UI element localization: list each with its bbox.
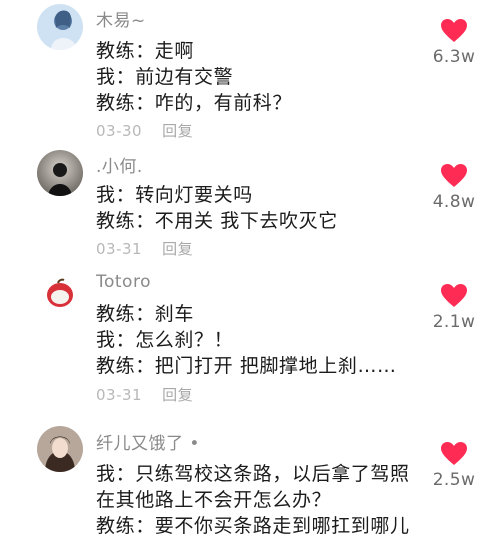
comment-line: 我：怎么刹？！	[96, 329, 234, 351]
like-button[interactable]: 4.8w	[426, 163, 482, 212]
username[interactable]: .小何.	[96, 152, 143, 177]
avatar[interactable]	[37, 4, 83, 50]
like-count: 6.3w	[432, 47, 476, 67]
comment-line: 我：只练驾校这条路，以后拿了驾照	[96, 463, 410, 485]
comment-line: 在其他路上不会开怎么办？	[96, 489, 332, 511]
comment-date: 03-31	[96, 386, 143, 404]
heart-icon	[441, 284, 467, 307]
username[interactable]: Totoro	[96, 272, 151, 292]
comment-meta: 03-31 回复	[96, 384, 193, 405]
comment-line: 教练：走啊	[96, 40, 195, 62]
like-count: 2.1w	[432, 312, 476, 332]
heart-icon	[441, 19, 467, 42]
like-button[interactable]: 6.3w	[426, 18, 482, 67]
heart-icon	[441, 442, 467, 465]
username[interactable]: 纤儿又饿了 •	[96, 429, 200, 454]
reply-button[interactable]: 回复	[162, 122, 193, 140]
heart-icon	[441, 164, 467, 187]
avatar[interactable]	[37, 150, 83, 196]
like-button[interactable]: 2.1w	[426, 283, 482, 332]
comment-line: 我：转向灯要关吗	[96, 184, 253, 206]
avatar[interactable]	[37, 426, 83, 472]
comment-line: 教练：要不你买条路走到哪扛到哪儿	[96, 515, 410, 537]
comment-date: 03-30	[96, 122, 143, 140]
avatar[interactable]	[37, 270, 83, 316]
comment-line: 教练：把门打开 把脚撑地上刹……	[96, 355, 397, 377]
comment-line: 教练：刹车	[96, 303, 195, 325]
comment-date: 03-31	[96, 240, 143, 258]
like-button[interactable]: 2.5w	[426, 441, 482, 490]
comment-line: 教练：咋的，有前科？	[96, 92, 293, 114]
comment-line: 教练：不用关 我下去吹灭它	[96, 210, 338, 232]
like-count: 2.5w	[432, 470, 476, 490]
username[interactable]: 木易~	[96, 6, 146, 31]
comment-meta: 03-30 回复	[96, 120, 193, 141]
comment-meta: 03-31 回复	[96, 238, 193, 259]
comment-line: 我：前边有交警	[96, 66, 234, 88]
reply-button[interactable]: 回复	[162, 386, 193, 404]
reply-button[interactable]: 回复	[162, 240, 193, 258]
like-count: 4.8w	[432, 192, 476, 212]
